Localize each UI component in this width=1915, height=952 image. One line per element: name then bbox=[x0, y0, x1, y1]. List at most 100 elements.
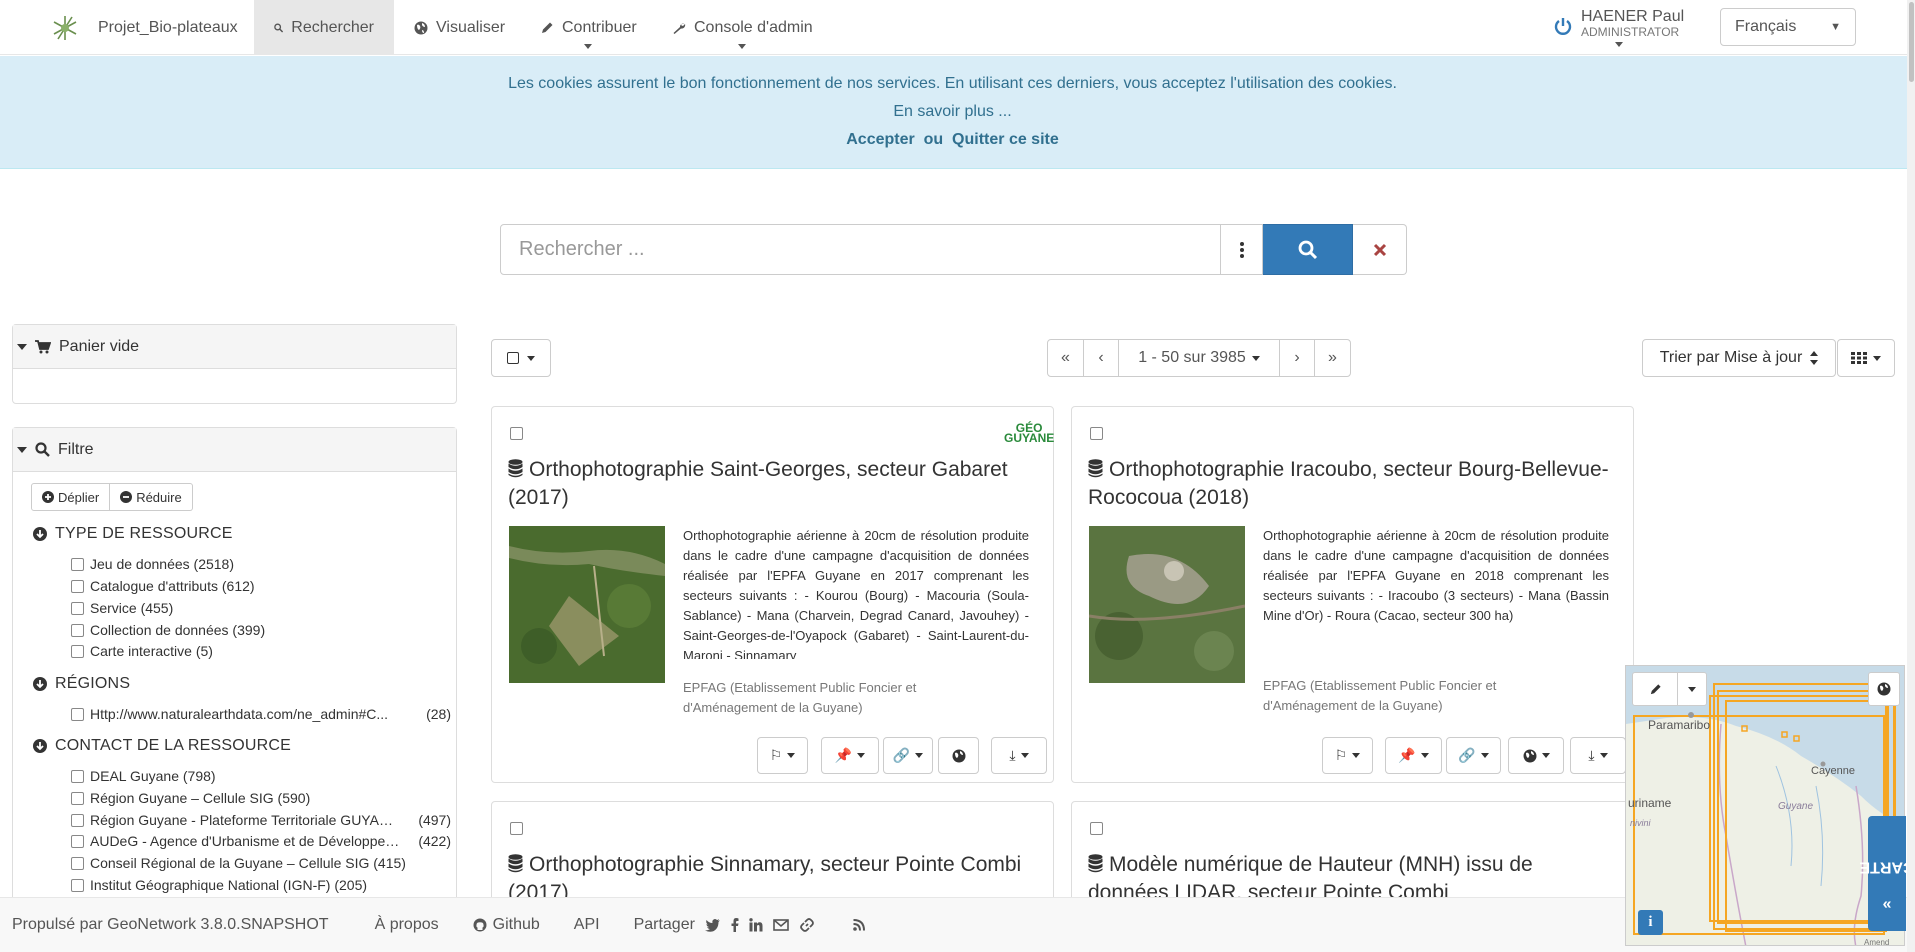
checkbox[interactable] bbox=[71, 557, 84, 571]
result-title[interactable]: Orthophotographie Saint-Georges, secteur… bbox=[508, 456, 1038, 512]
nav-search[interactable]: Rechercher bbox=[254, 0, 394, 55]
cookie-accept-link[interactable]: Accepter bbox=[846, 131, 914, 148]
facet-item[interactable]: Catalogue d'attributs (612) bbox=[71, 578, 451, 594]
checkbox[interactable] bbox=[71, 579, 84, 593]
result-select-checkbox[interactable] bbox=[510, 427, 523, 440]
nav-contribute-label: Contribuer bbox=[562, 18, 637, 36]
brand-link[interactable]: Projet_Bio-plateaux bbox=[50, 0, 238, 55]
api-link[interactable]: API bbox=[574, 916, 600, 934]
twitter-icon[interactable] bbox=[704, 918, 721, 932]
minimap[interactable]: Paramaribo Cayenne Guyane uriname nivini… bbox=[1625, 665, 1905, 946]
link-icon[interactable] bbox=[799, 917, 815, 933]
cookie-learn-more-link[interactable]: En savoir plus ... bbox=[0, 103, 1905, 121]
view-on-map-button[interactable] bbox=[938, 737, 979, 774]
facet-item[interactable]: Carte interactive (5) bbox=[71, 643, 451, 659]
checkbox[interactable] bbox=[71, 769, 84, 783]
envelope-icon[interactable] bbox=[773, 919, 789, 931]
pin-dropdown-button[interactable]: 📌 bbox=[1385, 737, 1442, 774]
checkbox[interactable] bbox=[71, 707, 84, 721]
page-range-dropdown[interactable]: 1 - 50 sur 3985 bbox=[1118, 339, 1280, 377]
previous-page-button[interactable]: ‹ bbox=[1083, 339, 1119, 377]
caret-down-icon bbox=[857, 753, 866, 758]
cookie-quit-link[interactable]: Quitter ce site bbox=[952, 131, 1059, 148]
download-dropdown-button[interactable]: ⤓ bbox=[991, 737, 1047, 774]
facet-regions-title[interactable]: RÉGIONS bbox=[33, 675, 130, 693]
links-dropdown-button[interactable]: 🔗 bbox=[1446, 737, 1501, 774]
search-clear-button[interactable] bbox=[1353, 224, 1407, 275]
view-mode-dropdown[interactable] bbox=[1837, 339, 1895, 377]
facet-item[interactable]: Collection de données (399) bbox=[71, 622, 451, 638]
facet-item[interactable]: AUDeG - Agence d'Urbanisme et de Dévelop… bbox=[71, 833, 451, 849]
checkbox[interactable] bbox=[71, 623, 84, 637]
facet-resource-type-title[interactable]: TYPE DE RESSOURCE bbox=[33, 525, 233, 543]
facet-item[interactable]: DEAL Guyane (798) bbox=[71, 768, 451, 784]
sort-dropdown[interactable]: Trier par Mise à jour bbox=[1642, 339, 1836, 377]
map-draw-button[interactable] bbox=[1632, 672, 1678, 706]
github-link[interactable]: Github bbox=[473, 916, 540, 934]
linkedin-icon[interactable] bbox=[749, 918, 763, 932]
view-on-map-dropdown-button[interactable] bbox=[1508, 737, 1564, 774]
search-options-button[interactable] bbox=[1221, 224, 1263, 275]
facet-item-count: (28) bbox=[426, 706, 451, 722]
flag-dropdown-button[interactable]: ⚐ bbox=[1322, 737, 1373, 774]
about-link[interactable]: À propos bbox=[375, 916, 439, 934]
result-select-checkbox[interactable] bbox=[510, 822, 523, 835]
facet-item[interactable]: Institut Géographique National (IGN-F) (… bbox=[71, 877, 451, 893]
result-thumbnail[interactable] bbox=[1089, 526, 1245, 683]
map-info-button[interactable]: i bbox=[1638, 910, 1663, 935]
facet-item[interactable]: Jeu de données (2518) bbox=[71, 556, 451, 572]
flag-dropdown-button[interactable]: ⚐ bbox=[757, 737, 808, 774]
map-panel-toggle[interactable]: » CARTE bbox=[1859, 816, 1915, 931]
first-page-button[interactable]: « bbox=[1047, 339, 1084, 377]
close-icon bbox=[1373, 243, 1386, 256]
facet-item-count: (422) bbox=[418, 833, 451, 849]
database-icon bbox=[508, 854, 523, 873]
nav-visualize[interactable]: Visualiser bbox=[394, 0, 525, 55]
map-globe-button[interactable] bbox=[1868, 672, 1900, 706]
result-select-checkbox[interactable] bbox=[1090, 822, 1103, 835]
database-icon bbox=[1088, 459, 1103, 478]
checkbox[interactable] bbox=[71, 856, 84, 870]
result-select-checkbox[interactable] bbox=[1090, 427, 1103, 440]
basket-header[interactable]: Panier vide bbox=[13, 325, 456, 369]
chevron-left-icon: ‹ bbox=[1098, 349, 1104, 366]
select-all-dropdown[interactable] bbox=[491, 339, 551, 377]
facet-item[interactable]: Service (455) bbox=[71, 600, 451, 616]
result-title[interactable]: Orthophotographie Iracoubo, secteur Bour… bbox=[1088, 456, 1618, 512]
user-menu[interactable]: HAENER Paul ADMINISTRATOR bbox=[1553, 8, 1684, 47]
facebook-icon[interactable] bbox=[731, 918, 739, 932]
facet-item[interactable]: Http://www.naturalearthdata.com/ne_admin… bbox=[71, 706, 451, 722]
arrow-circle-down-icon bbox=[33, 527, 47, 541]
facet-item[interactable]: Région Guyane - Plateforme Territoriale … bbox=[71, 812, 451, 828]
facet-item-label: Http://www.naturalearthdata.com/ne_admin… bbox=[90, 706, 389, 722]
download-dropdown-button[interactable]: ⤓ bbox=[1570, 737, 1626, 774]
last-page-button[interactable]: » bbox=[1314, 339, 1351, 377]
filter-header[interactable]: Filtre bbox=[13, 428, 456, 472]
language-select[interactable]: Français ▼ bbox=[1720, 8, 1856, 46]
page-scrollbar[interactable] bbox=[1907, 0, 1915, 952]
expand-all-button[interactable]: Déplier bbox=[31, 483, 111, 511]
next-page-button[interactable]: › bbox=[1279, 339, 1315, 377]
facet-item[interactable]: Région Guyane – Cellule SIG (590) bbox=[71, 790, 451, 806]
nav-admin-console[interactable]: Console d'admin bbox=[652, 0, 833, 55]
search-input[interactable] bbox=[500, 224, 1221, 275]
facet-item[interactable]: Conseil Régional de la Guyane – Cellule … bbox=[71, 855, 451, 871]
checkbox[interactable] bbox=[71, 791, 84, 805]
result-thumbnail[interactable] bbox=[509, 526, 665, 683]
checkbox[interactable] bbox=[71, 601, 84, 615]
rss-icon[interactable] bbox=[853, 919, 865, 931]
page-scrollbar-thumb[interactable] bbox=[1909, 2, 1914, 82]
collapse-all-button[interactable]: Réduire bbox=[110, 483, 193, 511]
checkbox[interactable] bbox=[71, 834, 84, 848]
minimap-canvas[interactable]: Paramaribo Cayenne Guyane uriname nivini… bbox=[1626, 666, 1905, 946]
arrow-circle-down-icon bbox=[33, 739, 47, 753]
facet-contact-title[interactable]: CONTACT DE LA RESSOURCE bbox=[33, 737, 291, 755]
checkbox[interactable] bbox=[71, 644, 84, 658]
search-submit-button[interactable] bbox=[1263, 224, 1353, 275]
checkbox[interactable] bbox=[71, 878, 84, 892]
nav-contribute[interactable]: Contribuer bbox=[520, 0, 657, 55]
checkbox[interactable] bbox=[71, 813, 84, 827]
links-dropdown-button[interactable]: 🔗 bbox=[883, 737, 933, 774]
pin-dropdown-button[interactable]: 📌 bbox=[821, 737, 879, 774]
map-draw-options-button[interactable] bbox=[1677, 672, 1707, 706]
